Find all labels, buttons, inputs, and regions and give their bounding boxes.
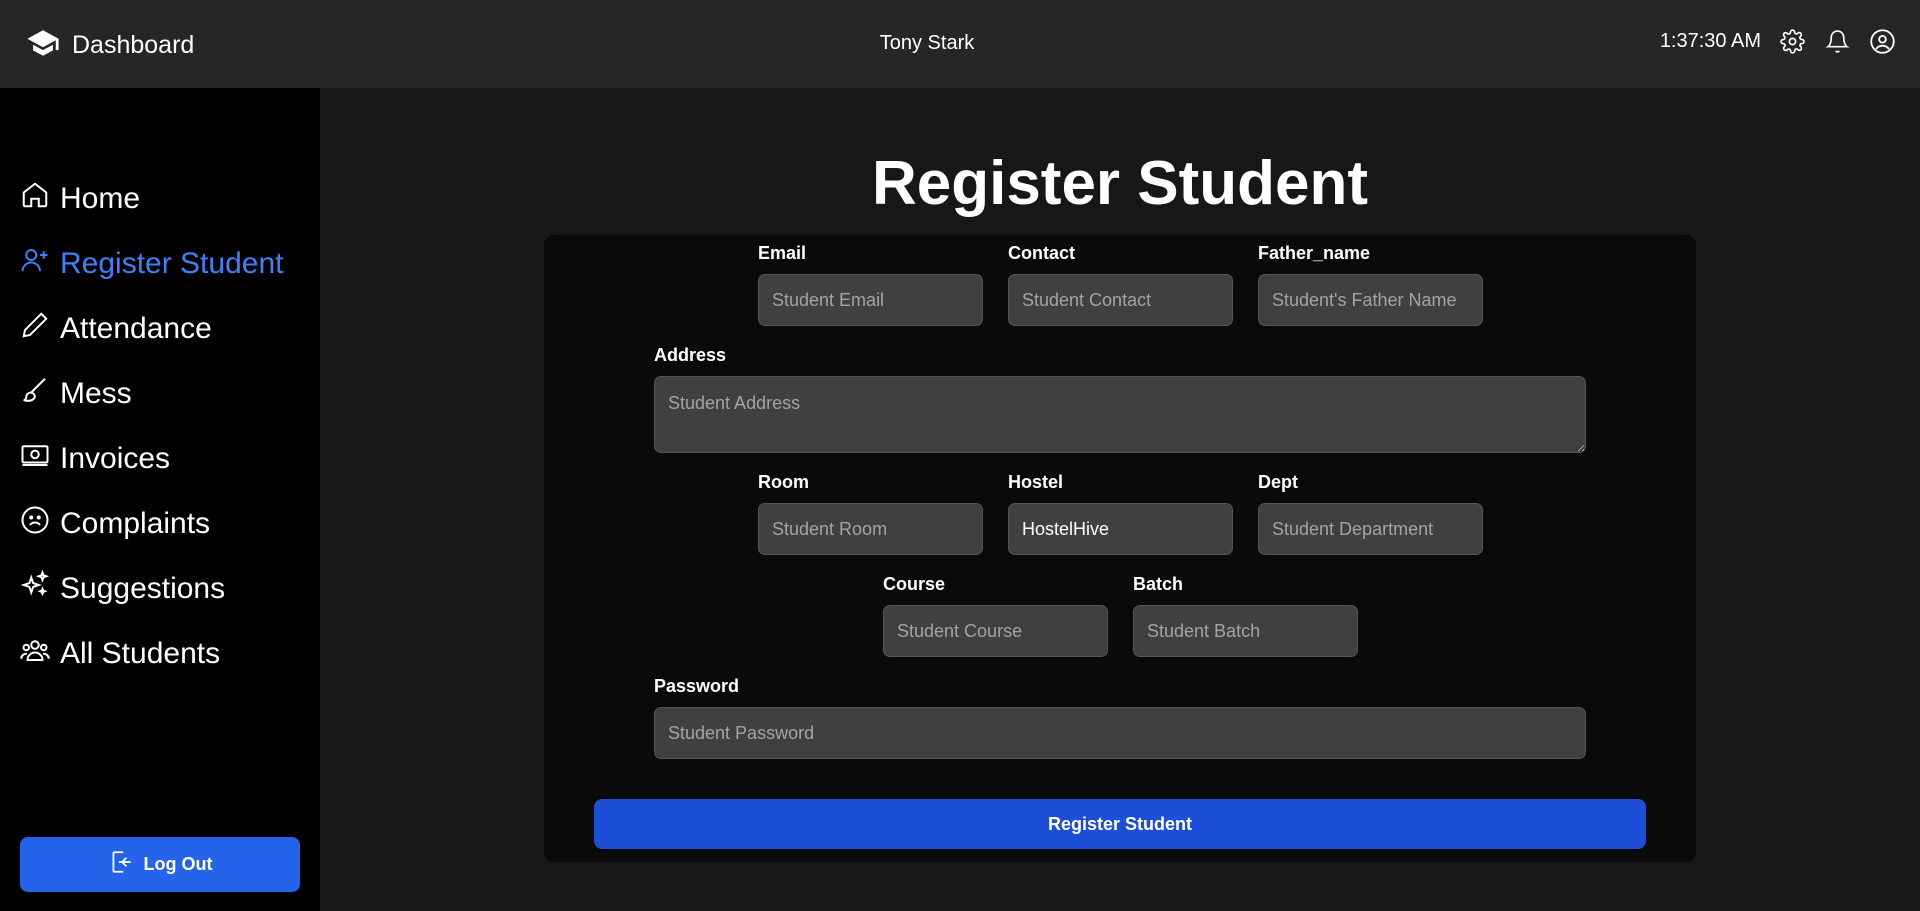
users-icon bbox=[20, 635, 50, 673]
batch-label: Batch bbox=[1133, 574, 1184, 594]
frown-icon bbox=[20, 505, 50, 543]
gear-icon[interactable] bbox=[1779, 28, 1806, 55]
password-group: Password bbox=[654, 676, 1586, 759]
contact-group: Contact bbox=[1008, 243, 1233, 326]
sidebar-item-label: All Students bbox=[60, 636, 221, 670]
sidebar-item-register-student[interactable]: Register Student bbox=[20, 231, 283, 296]
email-field[interactable] bbox=[758, 274, 983, 326]
address-group: Address bbox=[654, 345, 1586, 458]
room-label: Room bbox=[758, 472, 809, 492]
brush-icon bbox=[20, 375, 50, 413]
sidebar-item-label: Home bbox=[60, 181, 141, 215]
email-label: Email bbox=[758, 243, 807, 263]
user-name: Tony Stark bbox=[879, 32, 975, 54]
register-form: Email Contact Father_name Address Room H… bbox=[544, 235, 1696, 862]
course-field[interactable] bbox=[883, 605, 1108, 657]
course-label: Course bbox=[883, 574, 946, 594]
sidebar-item-label: Invoices bbox=[60, 441, 171, 475]
batch-group: Batch bbox=[1133, 574, 1358, 657]
sidebar-item-label: Register Student bbox=[60, 246, 284, 280]
room-group: Room bbox=[758, 472, 983, 555]
sidebar-item-mess[interactable]: Mess bbox=[20, 361, 283, 426]
clock: 1:37:30 AM bbox=[1659, 30, 1761, 52]
main-content: Register Student Email Contact Father_na… bbox=[320, 88, 1920, 911]
pencil-icon bbox=[20, 310, 50, 348]
password-label: Password bbox=[654, 676, 740, 696]
dept-group: Dept bbox=[1258, 472, 1483, 555]
sidebar-item-attendance[interactable]: Attendance bbox=[20, 296, 283, 361]
sidebar-item-label: Complaints bbox=[60, 506, 211, 540]
contact-label: Contact bbox=[1008, 243, 1075, 263]
bell-icon[interactable] bbox=[1824, 28, 1851, 55]
hostel-field[interactable] bbox=[1008, 503, 1233, 555]
father-name-label: Father_name bbox=[1258, 243, 1371, 263]
sidebar-item-label: Mess bbox=[60, 376, 132, 410]
home-icon bbox=[20, 180, 50, 218]
hostel-label: Hostel bbox=[1008, 472, 1064, 492]
dept-label: Dept bbox=[1258, 472, 1298, 492]
money-icon bbox=[20, 440, 50, 478]
register-student-button[interactable]: Register Student bbox=[594, 799, 1646, 849]
sidebar-item-complaints[interactable]: Complaints bbox=[20, 491, 283, 556]
course-group: Course bbox=[883, 574, 1108, 657]
sidebar-item-all-students[interactable]: All Students bbox=[20, 621, 283, 686]
sidebar-item-home[interactable]: Home bbox=[20, 166, 283, 231]
sidebar-item-label: Suggestions bbox=[60, 571, 226, 605]
address-field[interactable] bbox=[654, 376, 1586, 453]
father-name-field[interactable] bbox=[1258, 274, 1483, 326]
hostel-group: Hostel bbox=[1008, 472, 1233, 555]
logout-icon bbox=[108, 849, 134, 880]
dept-field[interactable] bbox=[1258, 503, 1483, 555]
user-plus-icon bbox=[20, 245, 50, 283]
sidebar-nav: Home Register Student Attendance Mess In… bbox=[20, 166, 283, 686]
user-circle-icon[interactable] bbox=[1869, 28, 1896, 55]
sparkles-icon bbox=[20, 569, 50, 608]
page-title: Register Student bbox=[871, 149, 1369, 218]
sidebar-item-label: Attendance bbox=[60, 311, 212, 345]
batch-field[interactable] bbox=[1133, 605, 1358, 657]
room-field[interactable] bbox=[758, 503, 983, 555]
father-name-group: Father_name bbox=[1258, 243, 1483, 326]
sidebar: Home Register Student Attendance Mess In… bbox=[0, 88, 320, 911]
contact-field[interactable] bbox=[1008, 274, 1233, 326]
sidebar-item-invoices[interactable]: Invoices bbox=[20, 426, 283, 491]
top-bar: Dashboard Tony Stark 1:37:30 AM bbox=[0, 0, 1920, 88]
email-group: Email bbox=[758, 243, 983, 326]
password-field[interactable] bbox=[654, 707, 1586, 759]
address-label: Address bbox=[654, 345, 727, 365]
sidebar-item-suggestions[interactable]: Suggestions bbox=[20, 556, 283, 621]
logout-label: Log Out bbox=[143, 854, 213, 874]
logout-button[interactable]: Log Out bbox=[20, 837, 300, 892]
